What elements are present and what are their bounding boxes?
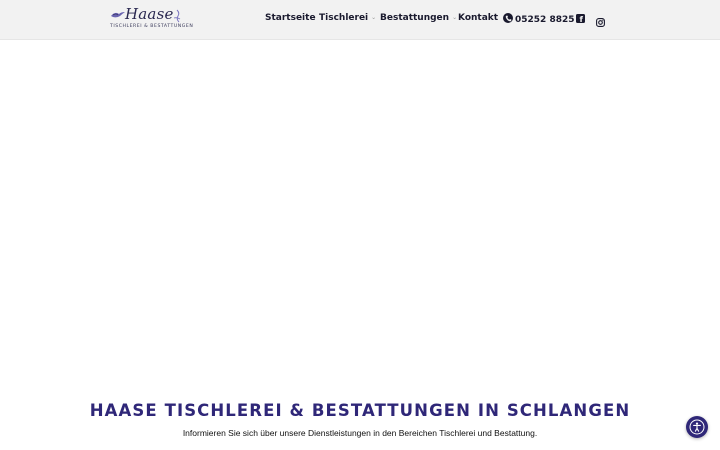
accessibility-button[interactable] (686, 416, 708, 438)
nav-item-label: Tischlerei (319, 13, 369, 23)
nav-item-label: Kontakt (458, 13, 499, 23)
chevron-down-icon: ⌄ (452, 14, 458, 21)
hero-banner-area (0, 41, 720, 396)
site-header: Haase TISCHLEREI & BESTATTUNGEN Startsei… (0, 0, 720, 40)
nav-item-tischlerei[interactable]: Tischlerei ⌄ (319, 13, 376, 23)
phone-number: 05252 8825 (515, 15, 575, 25)
logo-subtitle: TISCHLEREI & BESTATTUNGEN (110, 24, 194, 29)
nav-item-label: Startseite (265, 13, 316, 23)
accessibility-icon (689, 419, 705, 435)
logo-script-text: Haase (125, 5, 174, 23)
page-heading: HAASE TISCHLEREI & BESTATTUNGEN IN SCHLA… (89, 401, 631, 420)
phone-link[interactable]: 05252 8825 (503, 13, 575, 25)
fish-icon (173, 9, 181, 23)
phone-icon (503, 13, 513, 23)
nav-item-startseite[interactable]: Startseite (265, 13, 316, 23)
chevron-down-icon: ⌄ (371, 14, 377, 21)
site-logo[interactable]: Haase TISCHLEREI & BESTATTUNGEN (108, 5, 193, 33)
instagram-icon[interactable] (596, 14, 605, 27)
facebook-icon[interactable]: f (576, 14, 585, 24)
nav-item-label: Bestattungen (380, 13, 450, 23)
nav-item-bestattungen[interactable]: Bestattungen ⌄ (380, 13, 457, 23)
bird-icon (111, 12, 125, 18)
nav-item-kontakt[interactable]: Kontakt (458, 13, 498, 23)
page-subtext: Informieren Sie sich über unsere Dienstl… (182, 428, 538, 438)
